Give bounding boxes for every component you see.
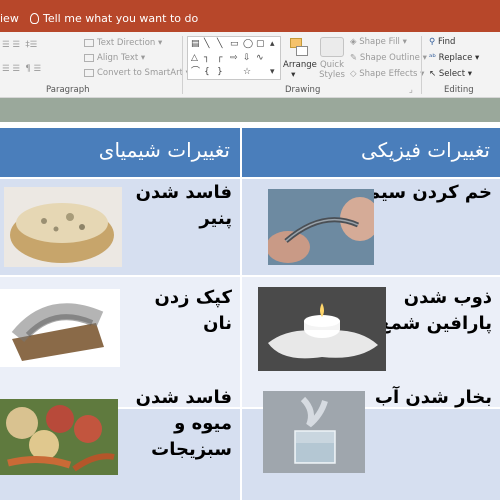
align-text-icon [84, 53, 94, 62]
textbox-shape-icon: ▤ [191, 39, 200, 49]
arrow-shape-icon: ⇩ [243, 53, 251, 63]
tell-me-box[interactable]: Tell me what you want to do [30, 12, 198, 25]
moldy-bread-image [0, 289, 120, 367]
oval-shape-icon: ◯ [243, 39, 254, 49]
evaporating-water-image [263, 391, 365, 473]
brace-shape-icon: } [217, 67, 223, 77]
arrow-shape-icon: ⇨ [230, 53, 238, 63]
rectangle-shape-icon: ▭ [230, 39, 239, 49]
chemical-change-label: فاسد شدن پنیر [135, 182, 232, 229]
replace-icon: ᵃᵇ [429, 53, 436, 63]
connector-shape-icon: ┌ [217, 53, 223, 63]
align-text-button[interactable]: Align Text ▾ [84, 53, 145, 63]
drawing-launcher-icon[interactable]: ⌟ [409, 85, 413, 95]
drawing-group-label: Drawing [285, 85, 321, 95]
quick-styles-button[interactable]: Quick Styles [317, 60, 347, 80]
gallery-scroll-up-icon: ▴ [270, 39, 275, 49]
find-button[interactable]: ⚲ Find [429, 37, 455, 47]
align-icons[interactable]: ☰ ☰ ‡☰ [2, 40, 37, 50]
freeform-shape-icon: ⌒ [191, 67, 201, 77]
bending-wire-image [268, 189, 374, 265]
smartart-icon [84, 68, 94, 77]
tell-me-text: Tell me what you want to do [43, 12, 199, 25]
ribbon: ☰ ☰ ‡☰ ☰ ☰ ¶ ☰ Text Direction ▾ Align Te… [0, 32, 500, 98]
rounded-rect-shape-icon: ▢ [256, 39, 265, 49]
slide-top-band [0, 98, 500, 122]
view-tab[interactable]: iew [0, 12, 19, 25]
text-direction-icon [84, 38, 94, 47]
line-shape-icon: ╲ [204, 39, 210, 49]
physical-change-label: بخار شدن آب [374, 387, 492, 408]
title-bar: iew Tell me what you want to do [0, 0, 500, 32]
indent-icons[interactable]: ☰ ☰ ¶ ☰ [2, 64, 41, 74]
cursor-icon: ↖ [429, 69, 437, 79]
select-button[interactable]: ↖ Select ▾ [429, 69, 472, 79]
triangle-shape-icon: △ [191, 53, 198, 63]
brace-shape-icon: { [204, 67, 210, 77]
gallery-more-icon: ▾ [270, 67, 275, 77]
connector-shape-icon: ┐ [204, 53, 210, 63]
shape-outline-button[interactable]: ✎ Shape Outline ▾ [350, 53, 427, 63]
convert-smartart-button[interactable]: Convert to SmartArt ▾ [84, 68, 190, 78]
ribbon-divider [182, 36, 183, 94]
star-shape-icon: ☆ [243, 67, 252, 77]
melting-candle-image [258, 287, 386, 371]
quick-styles-icon [320, 37, 344, 57]
line-shape-icon: ╲ [217, 39, 223, 49]
lightbulb-icon [30, 13, 39, 24]
chemical-change-label: کپک زدن نان [154, 287, 232, 334]
header-chemical-changes: تغییرات شیمیای [0, 128, 240, 177]
editing-group-label: Editing [444, 85, 474, 95]
spoiled-cheese-image [4, 187, 122, 267]
curve-shape-icon: ∿ [256, 53, 264, 63]
rotten-fruit-vegetables-image [0, 399, 118, 475]
header-physical-changes: تغییرات فیزیکی [242, 128, 500, 177]
replace-button[interactable]: ᵃᵇ Replace ▾ [429, 53, 479, 63]
arrange-button[interactable]: Arrange ▾ [283, 60, 317, 80]
physical-change-label: خم کردن سیم [366, 182, 492, 203]
shape-fill-button[interactable]: ◈ Shape Fill ▾ [350, 37, 407, 47]
shape-effects-button[interactable]: ◇ Shape Effects ▾ [350, 69, 424, 79]
text-direction-button[interactable]: Text Direction ▾ [84, 38, 162, 48]
search-icon: ⚲ [429, 37, 436, 47]
arrange-icon [284, 36, 314, 62]
shapes-gallery[interactable]: ▤ ╲ ╲ ▭ ◯ ▢ △ ┐ ┌ ⇨ ⇩ ∿ ⌒ { } ☆ ▴ ▾ [187, 36, 281, 80]
ribbon-divider [421, 36, 422, 94]
chemical-change-label: فاسد شدن میوه و سبزیجات [135, 387, 232, 460]
physical-change-label: ذوب شدن پارافین شمع [378, 287, 492, 334]
paragraph-group-label: Paragraph [46, 85, 90, 95]
